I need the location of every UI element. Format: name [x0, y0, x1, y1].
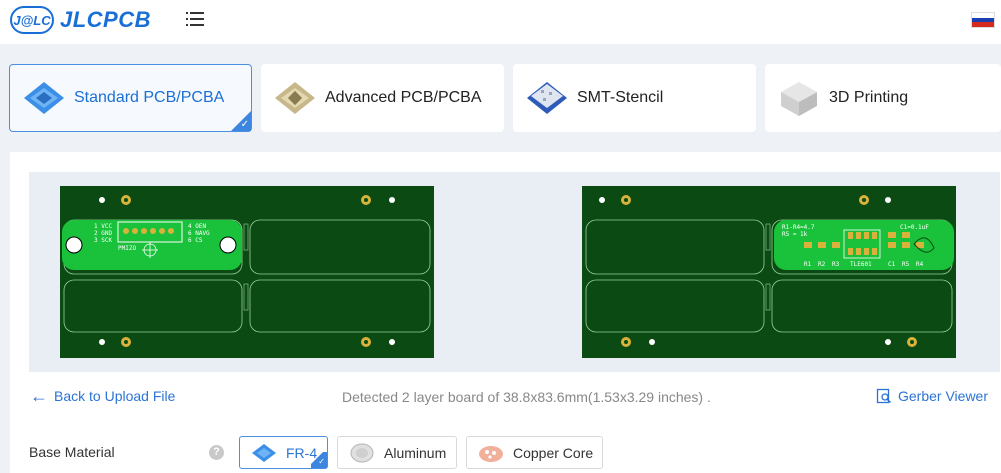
part-label: PMIZO — [118, 245, 136, 252]
tab-label: SMT-Stencil — [577, 89, 664, 106]
logo[interactable]: J@LC JLCPCB — [10, 6, 151, 34]
tab-advanced-pcb[interactable]: Advanced PCB/PCBA — [261, 64, 504, 132]
check-icon: ✓ — [311, 452, 327, 468]
silk-label: R1-R4=4.7 — [782, 224, 815, 231]
detected-board-info: Detected 2 layer board of 38.8x83.6mm(1.… — [342, 389, 711, 405]
silk-label: R5 = 1k — [782, 231, 808, 238]
3d-printing-icon — [781, 82, 817, 116]
back-to-upload-link[interactable]: ← Back to Upload File — [30, 386, 176, 406]
language-flag-icon[interactable] — [971, 12, 995, 28]
gerber-preview: 1 VCC 2 GND 3 SCK 4 OEN 6 NAVG 6 CS PMIZ… — [29, 172, 1000, 372]
option-label: Copper Core — [513, 444, 594, 461]
content-panel: 1 VCC 2 GND 3 SCK 4 OEN 6 NAVG 6 CS PMIZ… — [10, 152, 1001, 473]
advanced-pcb-icon — [275, 82, 315, 114]
tab-label: Advanced PCB/PCBA — [325, 89, 482, 106]
base-material-copper-core-option[interactable]: Copper Core — [466, 436, 603, 469]
silk-label: C1=0.1uF — [900, 224, 929, 231]
logo-text: JLCPCB — [60, 7, 152, 32]
silk-label: TLE601 — [850, 261, 872, 268]
menu-icon[interactable] — [186, 11, 206, 27]
pin-label: 6 CS — [188, 237, 203, 244]
back-label: Back to Upload File — [54, 388, 176, 404]
top-header: J@LC JLCPCB — [0, 0, 1001, 44]
tab-smt-stencil[interactable]: SMT-Stencil — [513, 64, 756, 132]
silk-label: R1 — [804, 261, 812, 268]
gerber-viewer-label: Gerber Viewer — [898, 388, 989, 404]
copper-core-icon — [479, 445, 503, 462]
check-icon: ✓ — [231, 111, 251, 131]
silk-label: R3 — [832, 261, 840, 268]
help-icon[interactable]: ? — [209, 445, 224, 460]
fr4-icon — [252, 443, 276, 462]
option-label: Aluminum — [384, 444, 447, 461]
pin-label: 4 OEN — [188, 223, 206, 230]
base-material-aluminum-option[interactable]: Aluminum — [337, 436, 457, 469]
base-material-label: Base Material — [29, 444, 115, 460]
pin-label: 2 GND — [94, 230, 112, 237]
tab-standard-pcb[interactable]: Standard PCB/PCBA ✓ — [9, 64, 252, 132]
tab-label: 3D Printing — [829, 89, 909, 106]
tab-label: Standard PCB/PCBA — [74, 89, 225, 106]
tab-3d-printing[interactable]: 3D Printing — [765, 64, 1001, 132]
smt-stencil-icon — [527, 82, 567, 114]
arrow-left-icon: ← — [30, 386, 48, 406]
standard-pcb-icon — [24, 82, 64, 114]
gerber-viewer-link[interactable]: Gerber Viewer — [876, 388, 988, 404]
silk-label: R5 — [902, 261, 910, 268]
logo-badge: J@LC — [10, 6, 54, 34]
base-material-fr4-option[interactable]: FR-4 ✓ — [239, 436, 328, 469]
pcb-top-layer-image: 1 VCC 2 GND 3 SCK 4 OEN 6 NAVG 6 CS PMIZ… — [60, 186, 434, 358]
pin-label: 6 NAVG — [188, 230, 210, 237]
pcb-bottom-layer-image: R1-R4=4.7 R5 = 1k C1=0.1uF R1 R2 R3 TLE6… — [582, 186, 956, 358]
gerber-viewer-icon — [876, 388, 892, 404]
aluminum-icon — [350, 443, 374, 462]
silk-label: C1 — [888, 261, 896, 268]
pin-label: 3 SCK — [94, 237, 112, 244]
silk-label: R4 — [916, 261, 924, 268]
silk-label: R2 — [818, 261, 826, 268]
pin-label: 1 VCC — [94, 223, 112, 230]
